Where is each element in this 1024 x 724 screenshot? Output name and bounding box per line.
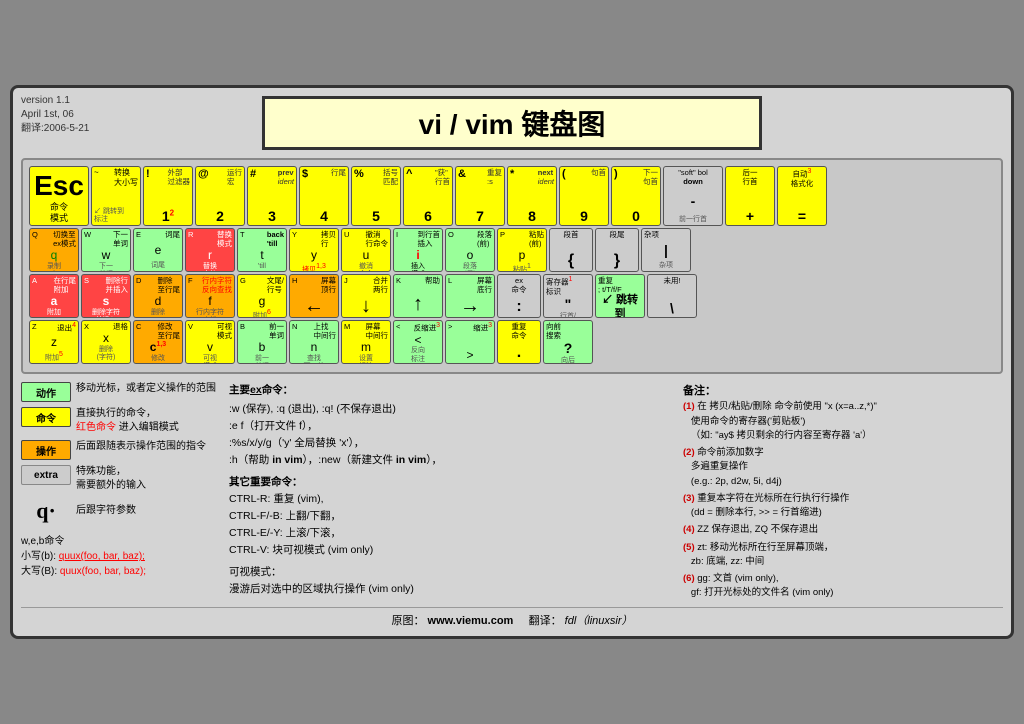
key-A[interactable]: A在行尾附加 a 附加 [29, 274, 79, 318]
row-esc-nums: Esc 命令模式 ~转换大小写 ↙ 跳转到标注 ! 外部过滤器 12 @ [29, 166, 995, 226]
key-colon[interactable]: ex命令 : [497, 274, 541, 318]
bottom-area: 动作 移动光标，或者定义操作的范围 命令 直接执行的命令，红色命令 进入编辑模式… [21, 382, 1003, 600]
ex-commands-title: 主要ex命令： [229, 382, 675, 399]
key-quote[interactable]: 寄存器1标识 " 行首/列 [543, 274, 593, 318]
key-X[interactable]: X退格 x 删除(字符) [81, 320, 131, 364]
row-qwerty: Q切换至ex模式 q 录制宏 W下一单词 w 下一单词 E词尾 e 词尾 R替换… [29, 228, 995, 272]
key-7[interactable]: & 重复:s 7 [455, 166, 505, 226]
notes-section: 备注： (1) 在 拷贝/粘贴/删除 命令前使用 "x (x=a..z,*)" … [683, 382, 1003, 600]
version-info: version 1.1 April 1st, 06 翻译:2006-5-21 [21, 94, 89, 136]
key-brace-close[interactable]: 段尾 } [595, 228, 639, 272]
visual-mode-title: 可视模式： [229, 564, 675, 581]
key-O[interactable]: O段落(前) o 段落(后) [445, 228, 495, 272]
legend-command-desc: 直接执行的命令，红色命令 进入编辑模式 [76, 407, 179, 435]
key-esc[interactable]: Esc 命令模式 [29, 166, 89, 226]
key-plus[interactable]: 后一行首 + [725, 166, 775, 226]
key-I[interactable]: I到行首插入 i 插入模式 [393, 228, 443, 272]
key-tilde[interactable]: ~转换大小写 ↙ 跳转到标注 [91, 166, 141, 226]
key-2[interactable]: @ 运行宏 2 [195, 166, 245, 226]
q-suffix-desc: 后跟字符参数 [76, 504, 136, 518]
key-brace-open[interactable]: 段首 { [549, 228, 593, 272]
key-greater[interactable]: >缩进3 > [445, 320, 495, 364]
key-C[interactable]: C修改至行尾 c1,3 修改 [133, 320, 183, 364]
key-softbol[interactable]: "soft" boldown - 前一行首 [663, 166, 723, 226]
legend-section: 动作 移动光标，或者定义操作的范围 命令 直接执行的命令，红色命令 进入编辑模式… [21, 382, 221, 600]
main-container: version 1.1 April 1st, 06 翻译:2006-5-21 v… [10, 85, 1014, 638]
q-char: q· [21, 498, 71, 524]
key-4[interactable]: $ 行尾 4 [299, 166, 349, 226]
key-K[interactable]: K帮助 ↑ [393, 274, 443, 318]
row-zxcv: Z退出4 z 附加5 X退格 x 删除(字符) C修改至行尾 c1,3 修改 V… [29, 320, 995, 364]
key-D[interactable]: D删除至行尾 d 删除 [133, 274, 183, 318]
key-Z[interactable]: Z退出4 z 附加5 [29, 320, 79, 364]
key-8[interactable]: * nextident 8 [507, 166, 557, 226]
key-E[interactable]: E词尾 e 词尾 [133, 228, 183, 272]
footer: 原图： www.viemu.com 翻译： fdl（linuxsir） [21, 607, 1003, 628]
key-T[interactable]: Tback'till t 'till [237, 228, 287, 272]
key-dot[interactable]: 重复命令 . [497, 320, 541, 364]
key-0[interactable]: ) 下一句首 0 [611, 166, 661, 226]
key-backslash[interactable]: 杂项 | 杂项 [641, 228, 691, 272]
key-M[interactable]: M屏幕中间行 m 设置标注 [341, 320, 391, 364]
key-comma[interactable]: 向前搜索 ? 向后搜索 [543, 320, 593, 364]
esc-label: Esc [34, 169, 84, 203]
key-Y[interactable]: Y拷贝行 y 拷贝1,3 [289, 228, 339, 272]
key-N[interactable]: N上找中间行 n 查找下一处 [289, 320, 339, 364]
key-R[interactable]: R替换模式 r 替换字符 [185, 228, 235, 272]
key-3[interactable]: # prevident 3 [247, 166, 297, 226]
legend-action-box: 动作 [21, 382, 71, 402]
key-U[interactable]: U撤消行命令 u 撤消命令 [341, 228, 391, 272]
page-title: vi / vim 键盘图 [262, 96, 762, 150]
legend-action-desc: 移动光标，或者定义操作的范围 [76, 382, 216, 396]
key-6[interactable]: ^ "获"行首 6 [403, 166, 453, 226]
key-less[interactable]: <反缩进3 < 反向标注 [393, 320, 443, 364]
key-9[interactable]: ( 句首 9 [559, 166, 609, 226]
key-B[interactable]: B前一单词 b 前一单词 [237, 320, 287, 364]
key-F[interactable]: F行内字符反向查找 f 行内字符查找 [185, 274, 235, 318]
key-H[interactable]: H屏幕顶行 ← [289, 274, 339, 318]
commands-section: 主要ex命令： :w (保存), :q (退出), :q! (不保存退出) :e… [229, 382, 675, 600]
wb-commands: w,e,b命令 小写(b): quux(foo, bar, baz); 大写(B… [21, 532, 221, 577]
key-L[interactable]: L屏幕底行 → [445, 274, 495, 318]
key-W[interactable]: W下一单词 w 下一单词 [81, 228, 131, 272]
other-commands-title: 其它重要命令： [229, 474, 675, 491]
key-P[interactable]: P粘贴(前) p 粘贴1 [497, 228, 547, 272]
row-asdf: A在行尾附加 a 附加 S删除行并插入 s 删除字符并插入 D删除至行尾 d 删… [29, 274, 995, 318]
key-equal[interactable]: 自动3格式化 = [777, 166, 827, 226]
key-backslash2[interactable]: 未用! \ [647, 274, 697, 318]
key-semicolon[interactable]: 重复; t/T/f/F ↙ 跳转到注的行首 [595, 274, 645, 318]
legend-operate-box: 操作 [21, 440, 71, 460]
legend-extra-desc: 特殊功能，需要额外的输入 [76, 465, 146, 493]
key-S[interactable]: S删除行并插入 s 删除字符并插入 [81, 274, 131, 318]
notes-title: 备注： [683, 382, 1003, 398]
key-V[interactable]: V可视模式 v 可视模式 [185, 320, 235, 364]
keyboard-area: Esc 命令模式 ~转换大小写 ↙ 跳转到标注 ! 外部过滤器 12 @ [21, 158, 1003, 374]
key-J[interactable]: J合并两行 ↓ [341, 274, 391, 318]
key-1[interactable]: ! 外部过滤器 12 [143, 166, 193, 226]
legend-operate-desc: 后面跟随表示操作范围的指令 [76, 440, 206, 454]
key-Q[interactable]: Q切换至ex模式 q 录制宏 [29, 228, 79, 272]
legend-extra-box: extra [21, 465, 71, 485]
legend-command-box: 命令 [21, 407, 71, 427]
key-G[interactable]: G文尾/行号 g 附加6 [237, 274, 287, 318]
key-5[interactable]: % 括号匹配 5 [351, 166, 401, 226]
